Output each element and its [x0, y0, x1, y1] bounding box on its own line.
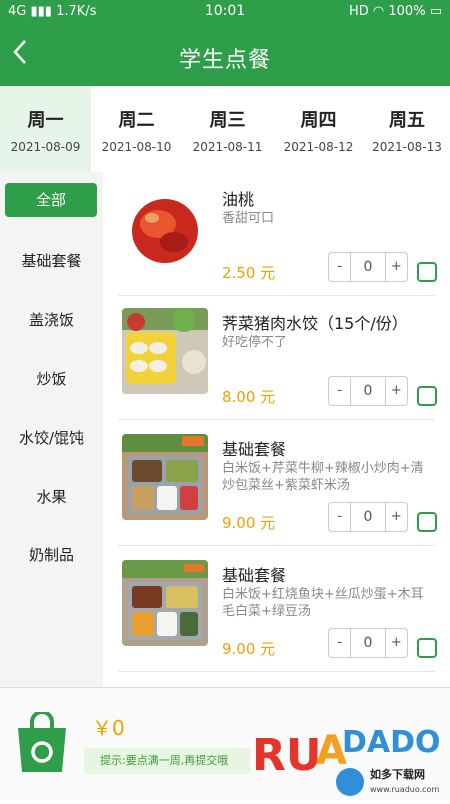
day-name: 周五: [389, 110, 425, 131]
list-item: 荠菜猪肉水饺（15个/份） 好吃停不了 8.00 元 - 0 +: [103, 296, 450, 420]
day-name: 周四: [300, 110, 337, 131]
day-date: 2021-08-12: [283, 140, 354, 154]
list-item: 基础套餐 白米饭+红烧鱼块+丝瓜炒蛋+木耳毛白菜+绿豆汤 9.00 元 - 0 …: [103, 548, 450, 672]
quantity-value[interactable]: 0: [350, 253, 386, 281]
category-fruit[interactable]: 水果: [0, 486, 103, 507]
tab-day-tue[interactable]: 周二 2021-08-10: [91, 86, 182, 172]
item-name: 基础套餐: [222, 440, 287, 459]
item-image-set-meal: [122, 434, 208, 520]
item-name: 荠菜猪肉水饺（15个/份）: [222, 314, 408, 333]
cart-total: ￥0: [92, 716, 125, 740]
day-date: 2021-08-13: [372, 140, 442, 154]
hd-indicator: HD: [348, 4, 369, 19]
item-price: 9.00 元: [222, 514, 276, 532]
item-desc: 好吃停不了: [222, 335, 288, 350]
svg-text:DADO: DADO: [342, 725, 440, 760]
plus-button[interactable]: +: [386, 629, 407, 657]
item-desc: 白米饭+芹菜牛柳+辣椒小炒肉+清炒包菜丝+紫菜虾米汤: [222, 461, 424, 493]
quantity-stepper: - 0 +: [328, 376, 408, 406]
plus-button[interactable]: +: [386, 503, 407, 531]
select-checkbox[interactable]: [417, 638, 437, 658]
divider: [118, 545, 435, 546]
item-image-set-meal: [122, 560, 208, 646]
watermark-logo: RU A DADO 如多下载网 www.ruaduo.com: [250, 712, 441, 800]
app-bar: 学生点餐: [0, 24, 450, 86]
item-price: 8.00 元: [222, 388, 276, 406]
tab-day-mon[interactable]: 周一 2021-08-09: [0, 86, 91, 172]
item-price: 9.00 元: [222, 640, 276, 658]
plus-button[interactable]: +: [386, 253, 407, 281]
battery-icon: ▭: [429, 4, 442, 19]
tab-day-fri[interactable]: 周五 2021-08-13: [364, 86, 450, 172]
item-image-dumplings: [122, 308, 208, 394]
status-right: HD ◠ 100% ▭: [349, 4, 442, 19]
quantity-stepper: - 0 +: [328, 628, 408, 658]
day-tabs: 周一 2021-08-09 周二 2021-08-10 周三 2021-08-1…: [0, 86, 450, 172]
svg-text:如多下载网: 如多下载网: [370, 767, 425, 781]
select-checkbox[interactable]: [417, 386, 437, 406]
day-name: 周二: [118, 110, 155, 131]
menu-list: 油桃 香甜可口 2.50 元 - 0 + 荠菜猪肉水饺（15个/份） 好吃停不了…: [103, 172, 450, 687]
item-desc: 白米饭+红烧鱼块+丝瓜炒蛋+木耳毛白菜+绿豆汤: [222, 587, 424, 619]
page-title: 学生点餐: [178, 48, 271, 73]
tab-day-wed[interactable]: 周三 2021-08-11: [182, 86, 273, 172]
minus-button[interactable]: -: [329, 503, 350, 531]
submit-tip: 提示:要点满一周,再提交哦: [84, 748, 250, 774]
svg-text:www.ruaduo.com: www.ruaduo.com: [370, 785, 439, 794]
wifi-icon: ◠: [372, 4, 385, 19]
quantity-value[interactable]: 0: [350, 503, 386, 531]
divider: [118, 419, 435, 420]
category-all[interactable]: 全部: [5, 183, 97, 217]
day-date: 2021-08-10: [101, 140, 172, 154]
quantity-stepper: - 0 +: [328, 502, 408, 532]
item-image-peach: [122, 184, 208, 270]
item-desc: 香甜可口: [222, 211, 275, 226]
quantity-value[interactable]: 0: [350, 377, 386, 405]
tab-day-thu[interactable]: 周四 2021-08-12: [273, 86, 364, 172]
day-name: 周三: [209, 110, 246, 131]
category-dairy[interactable]: 奶制品: [0, 544, 103, 565]
svg-text:RU: RU: [252, 730, 322, 781]
category-basic-set[interactable]: 基础套餐: [0, 250, 103, 271]
day-date: 2021-08-09: [10, 140, 81, 154]
minus-button[interactable]: -: [329, 629, 350, 657]
category-sidebar: 全部 基础套餐 盖浇饭 炒饭 水饺/馄饨 水果 奶制品: [0, 172, 103, 687]
item-name: 油桃: [222, 190, 255, 209]
list-item: 油桃 香甜可口 2.50 元 - 0 +: [103, 172, 450, 296]
item-name: 基础套餐: [222, 566, 287, 585]
category-fried-rice[interactable]: 炒饭: [0, 368, 103, 389]
list-item: 基础套餐 白米饭+芹菜牛柳+辣椒小炒肉+清炒包菜丝+紫菜虾米汤 9.00 元 -…: [103, 422, 450, 546]
item-price: 2.50 元: [222, 264, 276, 282]
category-rice-bowl[interactable]: 盖浇饭: [0, 309, 103, 330]
day-name: 周一: [27, 110, 64, 131]
select-checkbox[interactable]: [417, 262, 437, 282]
battery-level: 100%: [388, 4, 426, 19]
quantity-value[interactable]: 0: [350, 629, 386, 657]
minus-button[interactable]: -: [329, 253, 350, 281]
status-bar: 4G ▮▮▮ 1.7K/s 10:01 HD ◠ 100% ▭: [0, 0, 450, 24]
divider: [118, 671, 435, 672]
minus-button[interactable]: -: [329, 377, 350, 405]
shopping-bag-icon[interactable]: [14, 710, 70, 774]
plus-button[interactable]: +: [386, 377, 407, 405]
category-dumplings[interactable]: 水饺/馄饨: [0, 427, 103, 448]
select-checkbox[interactable]: [417, 512, 437, 532]
day-date: 2021-08-11: [192, 140, 263, 154]
quantity-stepper: - 0 +: [328, 252, 408, 282]
